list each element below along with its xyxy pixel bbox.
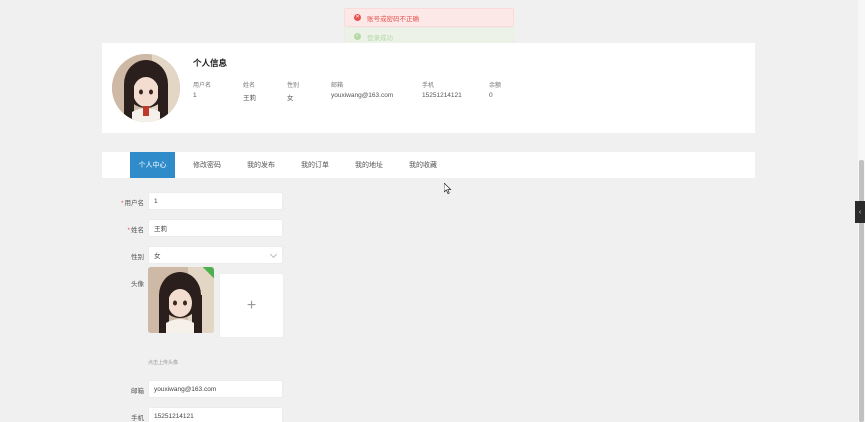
mouse-cursor-icon (444, 183, 452, 194)
avatar-label: 头像 (131, 281, 144, 288)
info-balance: 余额 0 (489, 80, 501, 99)
info-label: 姓名 (243, 83, 256, 89)
info-email: 邮箱 youxiwang@163.com (331, 80, 393, 99)
info-value: 王莉 (243, 95, 256, 102)
plus-icon: + (246, 296, 257, 314)
info-value: 1 (193, 92, 197, 99)
success-toast-text: 登录成功 (367, 34, 393, 42)
tab-my-orders[interactable]: 我的订单 (292, 152, 338, 178)
gender-label: 性别 (131, 254, 144, 261)
phone-label: 手机 (131, 415, 144, 422)
info-label: 用户名 (193, 83, 212, 89)
username-input[interactable]: 1 (148, 192, 283, 210)
avatar-illustration-icon (112, 54, 180, 122)
username-label: *用户名 (120, 200, 144, 207)
info-gender: 性别 女 (287, 80, 299, 102)
gender-select[interactable]: 女 (148, 246, 283, 264)
tab-my-favorites[interactable]: 我的收藏 (400, 152, 446, 178)
info-label: 性别 (287, 83, 300, 89)
info-value: 女 (287, 95, 294, 102)
tab-change-password[interactable]: 修改密码 (184, 152, 230, 178)
upload-tip: 点击上传头像 (148, 360, 179, 366)
tab-personal-center[interactable]: 个人中心 (130, 152, 175, 178)
info-phone: 手机 15251214121 (422, 80, 462, 99)
check-circle-icon: ✓ (354, 33, 361, 40)
upload-avatar-button[interactable]: + (219, 273, 284, 338)
info-label: 余额 (489, 83, 502, 89)
chevron-left-icon: ‹ (858, 208, 862, 216)
profile-title: 个人信息 (193, 58, 228, 68)
info-username: 用户名 1 (193, 80, 211, 99)
info-label: 邮箱 (331, 83, 344, 89)
info-label: 手机 (422, 83, 435, 89)
tab-my-posts[interactable]: 我的发布 (238, 152, 284, 178)
scrollbar-thumb[interactable] (859, 160, 864, 422)
email-label: 邮箱 (131, 388, 144, 395)
phone-input[interactable]: 15251214121 (148, 407, 283, 422)
chevron-down-icon (269, 250, 278, 259)
avatar-illustration-icon (148, 267, 214, 333)
name-input[interactable]: 王莉 (148, 219, 283, 237)
email-input[interactable]: youxiwang@163.com (148, 380, 283, 398)
info-value: 15251214121 (422, 92, 462, 99)
info-name: 姓名 王莉 (243, 80, 256, 102)
name-label: *姓名 (127, 227, 144, 234)
info-value: 0 (489, 92, 493, 99)
avatar-thumbnail[interactable] (148, 267, 214, 333)
error-toast-text: 账号或密码不正确 (367, 15, 419, 23)
info-value: youxiwang@163.com (331, 92, 394, 99)
error-toast: ✕ 账号或密码不正确 (344, 8, 514, 27)
side-panel-handle[interactable]: ‹ (855, 201, 865, 223)
tabs-bar: 个人中心 修改密码 我的发布 我的订单 我的地址 我的收藏 (102, 152, 755, 178)
tab-my-address[interactable]: 我的地址 (346, 152, 392, 178)
profile-avatar (112, 54, 180, 122)
close-circle-icon: ✕ (354, 14, 361, 21)
profile-card: 个人信息 用户名 1 姓名 王莉 性别 女 邮箱 youxiwang@163.c… (102, 43, 755, 133)
